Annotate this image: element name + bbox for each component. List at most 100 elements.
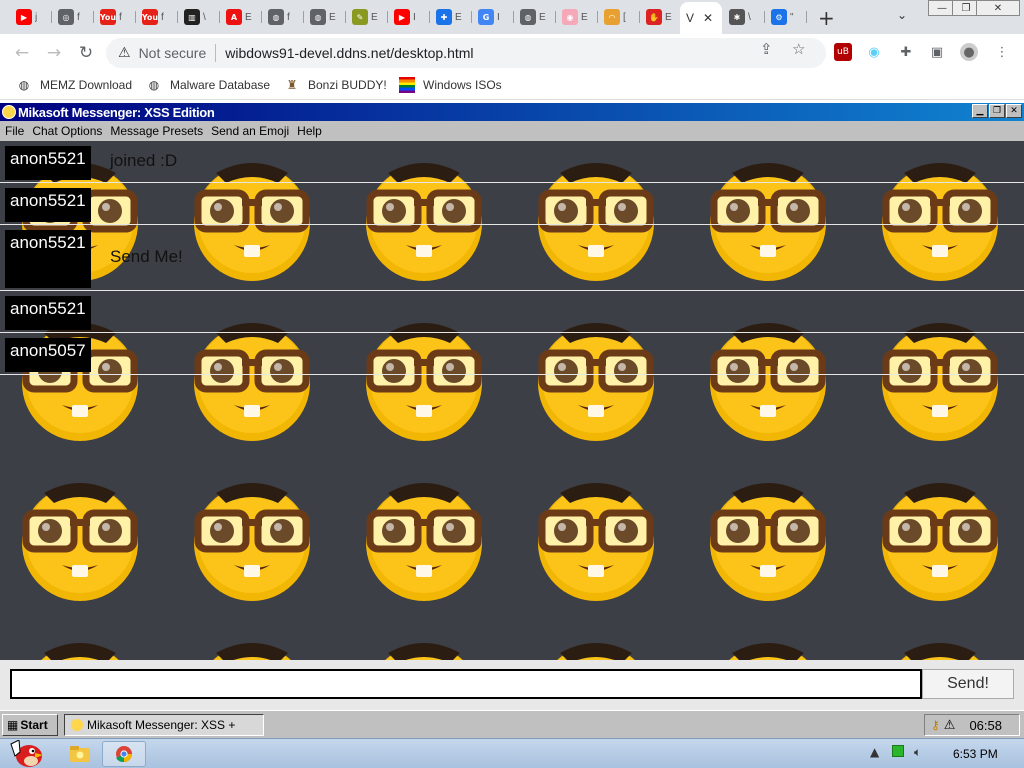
message-username[interactable]: anon5521 xyxy=(5,230,91,288)
browser-tab-strip: ▶ j ◎ f You f You f ▥ \ A E ◍ f ◍ E ✎ E ▶ I ✚ E G I ◍ E ◉ E ◠[✋ E ✱ \ ⚙ "… xyxy=(0,0,1024,34)
youtube-icon: ▶ xyxy=(16,9,32,25)
angry-bird-icon[interactable] xyxy=(4,740,48,767)
browser-tab[interactable]: ◉ E xyxy=(556,4,598,30)
close-tab-icon[interactable]: ✕ xyxy=(703,11,713,25)
message-input[interactable] xyxy=(10,669,922,699)
active-tab-label: V xyxy=(686,11,695,25)
browser-tab[interactable]: ◠[ xyxy=(598,4,640,30)
ublock-icon[interactable]: uB xyxy=(834,43,852,61)
tab-search-icon[interactable]: ⌄ xyxy=(897,8,907,22)
start-button[interactable]: ▦ Start xyxy=(2,714,58,736)
message-input-bar: Send! xyxy=(0,660,1024,710)
browser-tab[interactable]: ▥ \ xyxy=(178,4,220,30)
nerd-face-emoji-icon xyxy=(358,473,490,605)
browser-tab[interactable]: ▶ I xyxy=(388,4,430,30)
windows-logo-icon: ▦ xyxy=(7,718,19,732)
browser-toolbar: ← → ↻ ⚠ Not secure wibdows91-devel.ddns.… xyxy=(0,34,1024,72)
menu-send-emoji[interactable]: Send an Emoji xyxy=(211,124,289,138)
network-icon[interactable] xyxy=(892,745,904,760)
paint-icon: ✎ xyxy=(352,9,368,25)
bookmark-star-icon[interactable]: ☆ xyxy=(792,40,805,58)
taskbar-messenger-item[interactable]: Mikasoft Messenger: XSS + xyxy=(64,714,264,736)
bookmark-bonzi-buddy[interactable]: ♜ Bonzi BUDDY! xyxy=(284,77,387,93)
file-explorer-icon[interactable] xyxy=(58,741,102,767)
messenger-icon xyxy=(2,105,16,119)
share-icon[interactable]: ⇪ xyxy=(760,40,773,58)
address-bar[interactable]: ⚠ Not secure wibdows91-devel.ddns.net/de… xyxy=(106,38,826,68)
message-username[interactable]: anon5057 xyxy=(5,338,91,372)
tab-title: f xyxy=(77,11,80,23)
key-icon[interactable]: ⚷ xyxy=(931,718,940,732)
retro-taskbar: ▦ Start Mikasoft Messenger: XSS + ⚷ ⚠ 06… xyxy=(0,710,1024,738)
puzzle-icon: ✚ xyxy=(436,9,452,25)
message-username[interactable]: anon5521 xyxy=(5,296,91,330)
minimize-window-button[interactable]: ▁ xyxy=(972,104,988,118)
chat-message: anon5521 xyxy=(0,183,1024,225)
active-tab[interactable]: V ✕ xyxy=(680,2,722,34)
side-panel-icon[interactable]: ▣ xyxy=(928,43,946,61)
browser-tab[interactable]: ◎ f xyxy=(52,4,94,30)
menu-help[interactable]: Help xyxy=(297,124,322,138)
bookmark-label: MEMZ Download xyxy=(40,78,133,92)
browser-tab[interactable]: ✱ \ xyxy=(723,4,765,30)
browser-tab[interactable]: ◍ E xyxy=(304,4,346,30)
tab-title: \ xyxy=(203,11,206,23)
browser-tab[interactable]: AE xyxy=(220,4,262,30)
tab-title: E xyxy=(455,11,462,23)
tab-title: [ xyxy=(623,11,626,23)
globe-icon: ◍ xyxy=(520,9,536,25)
browser-tab[interactable]: ✚ E xyxy=(430,4,472,30)
browser-menu-icon[interactable]: ⋮ xyxy=(993,43,1011,61)
youtube-logo-icon: You xyxy=(100,9,116,25)
messenger-title-bar[interactable]: Mikasoft Messenger: XSS Edition ▁ ❐ ✕ xyxy=(0,103,1024,121)
trans-extension-icon[interactable]: ◉ xyxy=(865,43,883,61)
browser-tab[interactable]: ▶ j xyxy=(10,4,52,30)
globe-icon: ◍ xyxy=(268,9,284,25)
close-window-button[interactable]: ✕ xyxy=(1006,104,1022,118)
message-text: Send Me! xyxy=(110,247,183,266)
volume-icon[interactable]: 🔈︎ xyxy=(914,745,921,760)
bookmark-windows-isos[interactable]: ▤ Windows ISOs xyxy=(399,77,502,93)
show-hidden-icons[interactable]: ▲ xyxy=(870,745,879,759)
tab-title: I xyxy=(497,11,500,23)
profile-avatar-icon[interactable]: ● xyxy=(960,43,978,61)
maximize-window-button[interactable]: ❐ xyxy=(989,104,1005,118)
tab-separator xyxy=(806,11,807,23)
new-tab-button[interactable]: + xyxy=(818,6,835,30)
menu-message-presets[interactable]: Message Presets xyxy=(110,124,203,138)
nerd-face-emoji-icon xyxy=(702,473,834,605)
globe-icon: ◍ xyxy=(148,78,160,92)
warning-icon[interactable]: ⚠ xyxy=(118,45,131,61)
bookmark-memz-download[interactable]: ◍ MEMZ Download xyxy=(16,77,132,93)
extensions-puzzle-icon[interactable]: ✚ xyxy=(897,43,915,61)
bonzi-icon: ♜ xyxy=(286,78,298,92)
browser-tab[interactable]: ✋ E xyxy=(640,4,682,30)
menu-chat-options[interactable]: Chat Options xyxy=(32,124,102,138)
browser-tab[interactable]: ✎ E xyxy=(346,4,388,30)
menu-file[interactable]: File xyxy=(5,124,24,138)
warning-icon[interactable]: ⚠ xyxy=(944,718,956,733)
browser-tab[interactable]: GI xyxy=(472,4,514,30)
adobe-icon: A xyxy=(226,9,242,25)
bookmark-label: Windows ISOs xyxy=(423,78,502,92)
museum-icon: ▥ xyxy=(184,9,200,25)
message-username[interactable]: anon5521 xyxy=(5,188,91,222)
message-username[interactable]: anon5521 xyxy=(5,146,91,180)
nerd-face-emoji-icon xyxy=(358,633,490,660)
browser-tab[interactable]: ◍ f xyxy=(262,4,304,30)
google-icon: G xyxy=(478,9,494,25)
close-browser-button[interactable]: ✕ xyxy=(976,0,1020,16)
browser-tab[interactable]: You f xyxy=(94,4,136,30)
browser-tab[interactable]: You f xyxy=(136,4,178,30)
url-text[interactable]: wibdows91-devel.ddns.net/desktop.html xyxy=(225,45,473,61)
browser-tab[interactable]: ⚙ " xyxy=(765,4,807,30)
chrome-taskbar-icon[interactable] xyxy=(102,741,146,767)
reload-icon[interactable]: ↻ xyxy=(74,41,98,65)
browser-tab[interactable]: ◍ E xyxy=(514,4,556,30)
forward-arrow-icon[interactable]: → xyxy=(42,41,66,65)
bookmark-malware-database[interactable]: ◍ Malware Database xyxy=(146,77,270,93)
security-label[interactable]: Not secure xyxy=(139,45,207,61)
chat-message: anon5521 Send Me! xyxy=(0,225,1024,291)
back-arrow-icon[interactable]: ← xyxy=(10,41,34,65)
send-button[interactable]: Send! xyxy=(922,669,1014,699)
